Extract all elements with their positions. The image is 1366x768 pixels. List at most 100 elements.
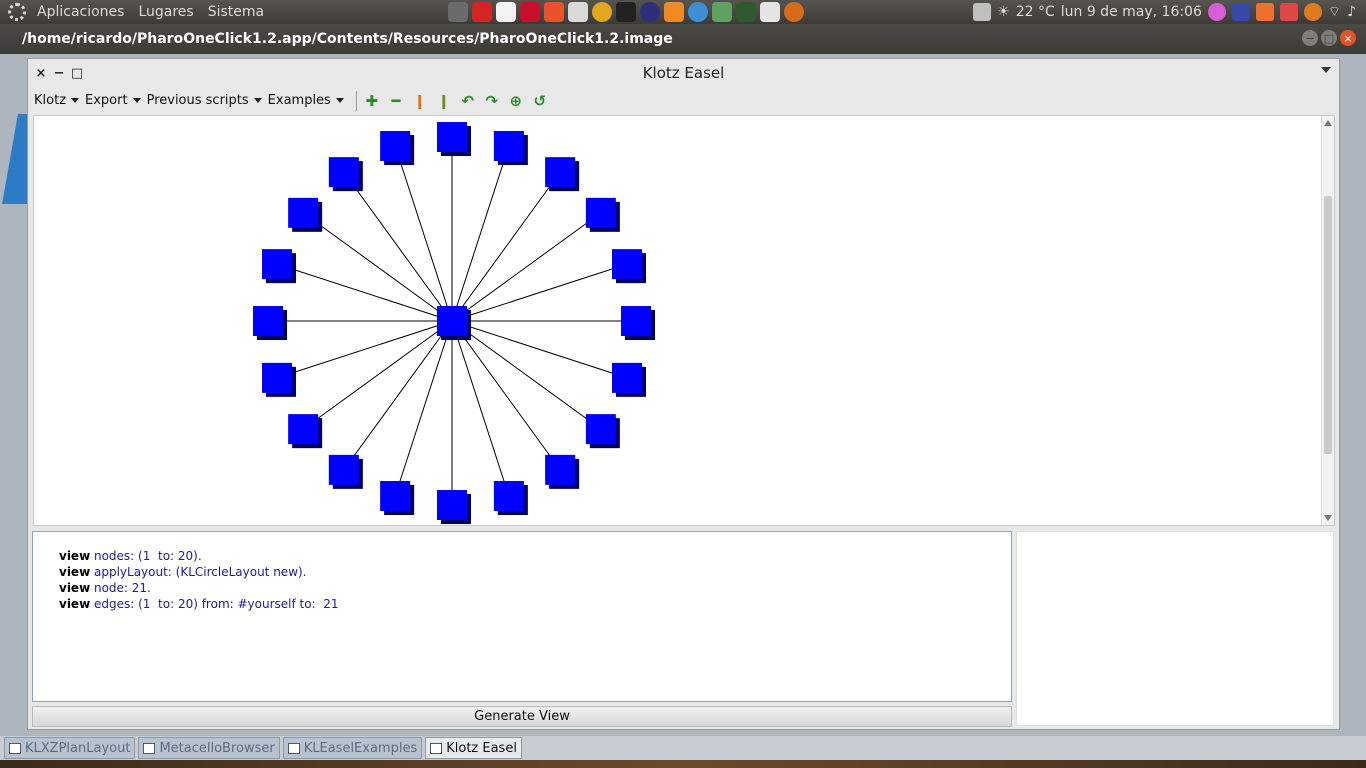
graph-node[interactable] bbox=[437, 122, 471, 156]
graph-node[interactable] bbox=[585, 197, 620, 232]
app-indicator-icon[interactable] bbox=[1231, 3, 1250, 21]
task-klxzplanlayout[interactable]: KLXZPlanLayout bbox=[4, 737, 136, 759]
graph-node[interactable] bbox=[328, 454, 363, 489]
node-box[interactable] bbox=[288, 414, 319, 445]
power-icon[interactable] bbox=[1279, 3, 1298, 21]
close-window-button[interactable]: × bbox=[1340, 30, 1356, 46]
script-editor[interactable]: view nodes: (1 to: 20). view applyLayout… bbox=[32, 531, 1012, 702]
menu-klotz[interactable]: Klotz bbox=[34, 93, 80, 108]
menu-examples[interactable]: Examples bbox=[268, 93, 344, 108]
graph-node[interactable] bbox=[288, 197, 323, 232]
app-launcher-icon[interactable] bbox=[520, 2, 540, 22]
minimize-window-button[interactable]: − bbox=[1302, 30, 1318, 46]
graph-node[interactable] bbox=[621, 306, 655, 340]
rotate-right-icon[interactable]: ↷ bbox=[483, 92, 501, 110]
maximize-window-button[interactable]: □ bbox=[1321, 30, 1337, 46]
graph-node[interactable] bbox=[262, 249, 297, 284]
app-launcher-icon[interactable] bbox=[736, 2, 756, 22]
terminal-icon[interactable] bbox=[616, 2, 636, 22]
app-launcher-icon[interactable] bbox=[760, 2, 780, 22]
graph-node[interactable] bbox=[288, 414, 323, 449]
graph-svg[interactable] bbox=[34, 116, 1322, 525]
chrome-icon[interactable] bbox=[592, 2, 612, 22]
app-launcher-icon[interactable] bbox=[496, 2, 516, 22]
node-box[interactable] bbox=[545, 157, 576, 188]
graph-node[interactable] bbox=[545, 157, 580, 192]
node-box[interactable] bbox=[328, 157, 359, 188]
zoom-in-icon[interactable]: ✚ bbox=[363, 92, 381, 110]
node-box[interactable] bbox=[493, 480, 524, 511]
node-box[interactable] bbox=[437, 306, 467, 336]
weather-text[interactable]: 22 °C bbox=[1016, 4, 1055, 20]
graph-node[interactable] bbox=[262, 362, 297, 397]
pan-icon[interactable]: ⊕ bbox=[507, 92, 525, 110]
graph-node[interactable] bbox=[545, 454, 580, 489]
node-box[interactable] bbox=[545, 454, 576, 485]
menu-aplicaciones[interactable]: Aplicaciones bbox=[30, 4, 131, 20]
menu-lugares[interactable]: Lugares bbox=[131, 4, 200, 20]
graph-node[interactable] bbox=[493, 480, 528, 515]
task-metacellobrowser[interactable]: MetacelloBrowser bbox=[138, 737, 280, 759]
folder-icon[interactable] bbox=[1255, 3, 1274, 21]
app-launcher-icon[interactable] bbox=[712, 2, 732, 22]
eclipse-icon[interactable] bbox=[640, 2, 660, 22]
app-indicator-icon[interactable] bbox=[1207, 3, 1226, 21]
maximize-icon[interactable]: □ bbox=[68, 66, 86, 81]
visualization-canvas[interactable] bbox=[33, 115, 1335, 526]
reset-icon[interactable]: ↺ bbox=[531, 92, 549, 110]
node-box[interactable] bbox=[611, 362, 642, 393]
klotz-titlebar[interactable]: × − □ Klotz Easel bbox=[28, 59, 1339, 87]
node-box[interactable] bbox=[328, 454, 359, 485]
ubuntu-logo-icon[interactable] bbox=[8, 3, 26, 21]
scrollbar-thumb[interactable] bbox=[1324, 196, 1332, 454]
brush-icon[interactable]: ǀ bbox=[411, 92, 429, 110]
wifi-icon[interactable]: ⌔ bbox=[1328, 3, 1341, 21]
close-icon[interactable]: × bbox=[32, 66, 50, 81]
app-launcher-icon[interactable] bbox=[664, 2, 684, 22]
graph-node[interactable] bbox=[437, 490, 471, 524]
node-box[interactable] bbox=[493, 131, 524, 162]
clock[interactable]: lun 9 de may, 16:06 bbox=[1061, 4, 1202, 20]
app-launcher-icon[interactable] bbox=[784, 2, 804, 22]
task-kleaselexamples[interactable]: KLEaselExamples bbox=[282, 737, 423, 759]
app-launcher-icon[interactable] bbox=[472, 2, 492, 22]
node-box[interactable] bbox=[380, 480, 411, 511]
volume-icon[interactable]: ♪ bbox=[1347, 4, 1356, 20]
graph-node[interactable] bbox=[253, 306, 287, 340]
rotate-left-icon[interactable]: ↶ bbox=[459, 92, 477, 110]
menu-export[interactable]: Export bbox=[85, 93, 141, 108]
brush-icon[interactable]: ǀ bbox=[435, 92, 453, 110]
zoom-out-icon[interactable]: ━ bbox=[387, 92, 405, 110]
graph-node[interactable] bbox=[611, 249, 646, 284]
node-box[interactable] bbox=[288, 197, 319, 228]
graph-node[interactable] bbox=[585, 414, 620, 449]
node-box[interactable] bbox=[437, 490, 467, 520]
graph-node[interactable] bbox=[328, 157, 363, 192]
node-box[interactable] bbox=[380, 131, 411, 162]
window-menu-icon[interactable] bbox=[1321, 67, 1331, 73]
node-box[interactable] bbox=[585, 197, 616, 228]
minimize-icon[interactable]: − bbox=[50, 66, 68, 81]
graph-node[interactable] bbox=[493, 131, 528, 166]
outer-window-titlebar[interactable]: /home/ricardo/PharoOneClick1.2.app/Conte… bbox=[0, 24, 1366, 54]
graph-node[interactable] bbox=[380, 131, 415, 166]
node-box[interactable] bbox=[611, 249, 642, 280]
node-box[interactable] bbox=[585, 414, 616, 445]
app-indicator-icon[interactable] bbox=[1303, 3, 1322, 21]
graph-center-node[interactable] bbox=[437, 306, 471, 340]
scroll-up-icon[interactable] bbox=[1324, 120, 1332, 126]
menu-previous-scripts[interactable]: Previous scripts bbox=[147, 93, 262, 108]
graph-node[interactable] bbox=[380, 480, 415, 515]
node-box[interactable] bbox=[253, 306, 283, 336]
app-launcher-icon[interactable] bbox=[448, 2, 468, 22]
menu-sistema[interactable]: Sistema bbox=[201, 4, 271, 20]
node-box[interactable] bbox=[262, 362, 293, 393]
app-launcher-icon[interactable] bbox=[544, 2, 564, 22]
app-launcher-icon[interactable] bbox=[568, 2, 588, 22]
node-box[interactable] bbox=[437, 122, 467, 152]
app-launcher-icon[interactable] bbox=[688, 2, 708, 22]
task-klotz-easel[interactable]: Klotz Easel bbox=[425, 737, 522, 759]
scroll-down-icon[interactable] bbox=[1324, 515, 1332, 521]
node-box[interactable] bbox=[262, 249, 293, 280]
vertical-scrollbar[interactable] bbox=[1321, 116, 1334, 525]
